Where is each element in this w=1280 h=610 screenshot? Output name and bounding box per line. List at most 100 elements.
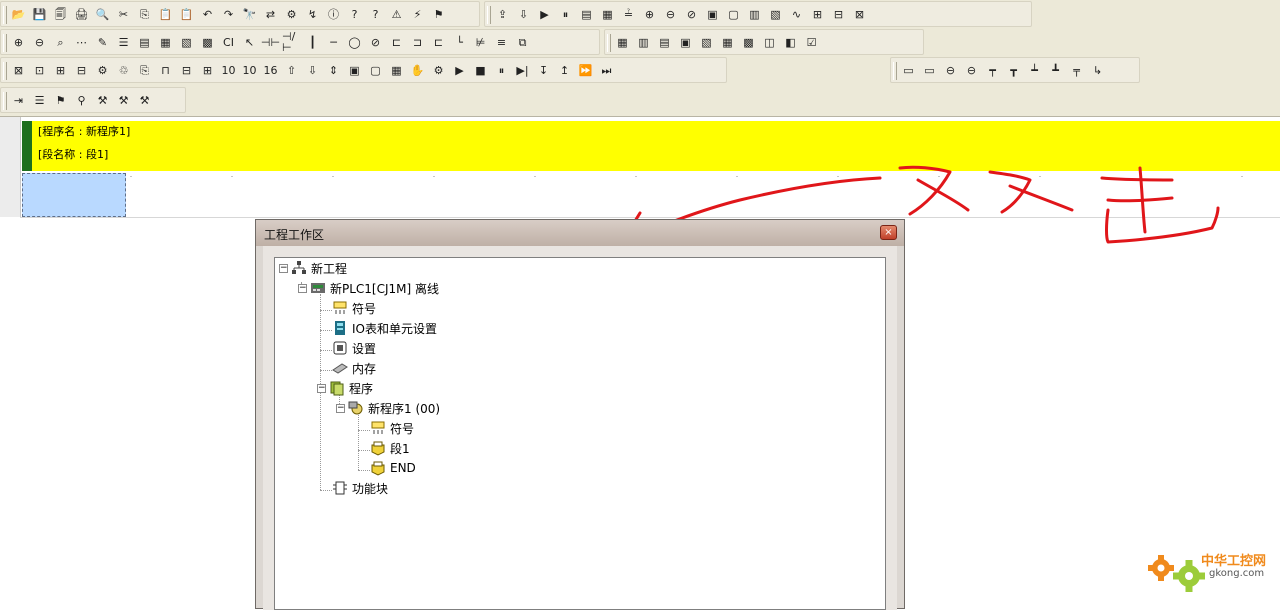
- watch-window-icon[interactable]: ⊞: [51, 60, 70, 80]
- stop-icon[interactable]: ■: [471, 60, 490, 80]
- contact-nc-icon[interactable]: ⊣/⊢: [282, 31, 301, 53]
- vertical-line-icon[interactable]: ┃: [303, 32, 322, 52]
- list-icon[interactable]: ☰: [30, 90, 49, 110]
- zoom-out-icon[interactable]: ⊖: [30, 32, 49, 52]
- select-icon[interactable]: ↖: [240, 32, 259, 52]
- line-connect-icon[interactable]: └: [450, 32, 469, 52]
- insert-rung-icon[interactable]: ┯: [983, 60, 1002, 80]
- time-chart-icon[interactable]: ⊞: [808, 4, 827, 24]
- memory-icon[interactable]: ◧: [781, 32, 800, 52]
- sim-icon[interactable]: ⚙: [429, 60, 448, 80]
- view-symbols-icon[interactable]: ♲: [114, 60, 133, 80]
- insert-row-icon[interactable]: ▭: [899, 60, 918, 80]
- return-icon[interactable]: ↳: [1088, 60, 1107, 80]
- comment-icon[interactable]: ✎: [93, 32, 112, 52]
- close-button[interactable]: ×: [880, 225, 897, 240]
- continuous-step-icon[interactable]: ⏩: [576, 60, 595, 80]
- properties-icon[interactable]: ⚙: [93, 60, 112, 80]
- collapse-icon[interactable]: −: [298, 283, 307, 293]
- jump-line-icon[interactable]: ⊏: [429, 32, 448, 52]
- section-icon[interactable]: ▧: [177, 32, 196, 52]
- print-icon[interactable]: 🖨: [72, 4, 91, 24]
- collapse-icon[interactable]: −: [279, 263, 288, 273]
- program-mode-icon[interactable]: ▤: [577, 4, 596, 24]
- io-comment-icon[interactable]: ▤: [135, 32, 154, 52]
- program-window-icon[interactable]: ▦: [156, 32, 175, 52]
- context-help-icon[interactable]: ?: [366, 4, 385, 24]
- differential-icon[interactable]: ▧: [766, 4, 785, 24]
- tree-item-io-table[interactable]: IO表和单元设置: [332, 319, 437, 337]
- zoom-in-icon[interactable]: ⊕: [9, 32, 28, 52]
- cut-icon[interactable]: ✂: [114, 4, 133, 24]
- address-window-icon[interactable]: ⊟: [72, 60, 91, 80]
- output-icon[interactable]: ▧: [697, 32, 716, 52]
- about-icon[interactable]: ⓘ: [324, 4, 343, 24]
- step-out-icon[interactable]: ↥: [555, 60, 574, 80]
- ci-icon[interactable]: CI: [219, 32, 238, 52]
- project-workspace-window[interactable]: 工程工作区 × − 新工程 − 新PLC1[CJ1M] 离线 符号 IO表和单元…: [255, 219, 905, 610]
- plc-online-icon[interactable]: ▣: [345, 60, 364, 80]
- transfer-to-plc-icon[interactable]: ⇪: [493, 4, 512, 24]
- tool-a-icon[interactable]: ⚒: [93, 90, 112, 110]
- compare-icon[interactable]: 🗐: [51, 4, 70, 24]
- replace-icon[interactable]: ⇄: [261, 4, 280, 24]
- redo-icon[interactable]: ↷: [219, 4, 238, 24]
- compile-icon[interactable]: ▦: [613, 32, 632, 52]
- view-10-icon[interactable]: 10: [219, 60, 238, 80]
- instruction-icon[interactable]: ⊏: [387, 32, 406, 52]
- tree-item-program-symbols[interactable]: 符号: [370, 419, 414, 437]
- coil-icon[interactable]: ◯: [345, 32, 364, 52]
- bookmark-icon[interactable]: ⚑: [51, 90, 70, 110]
- cross-ref-window-icon[interactable]: ▩: [739, 32, 758, 52]
- run-mode-icon[interactable]: ▶: [535, 4, 554, 24]
- trace-icon[interactable]: ∿: [787, 4, 806, 24]
- transfer-down-icon[interactable]: ⇩: [303, 60, 322, 80]
- delete-column-icon[interactable]: ⊖: [962, 60, 981, 80]
- transfer-up-icon[interactable]: ⇧: [282, 60, 301, 80]
- tree-item-function-blocks[interactable]: 功能块: [332, 479, 388, 497]
- force-cancel-icon[interactable]: ⊘: [682, 4, 701, 24]
- rung-marker-icon[interactable]: ╤: [1067, 60, 1086, 80]
- force-on-icon[interactable]: ⊕: [640, 4, 659, 24]
- delete-row-icon[interactable]: ⊖: [941, 60, 960, 80]
- paste-icon[interactable]: 📋: [156, 4, 175, 24]
- find-icon[interactable]: 🔭: [240, 4, 259, 24]
- symbol-table-icon[interactable]: ▩: [198, 32, 217, 52]
- transfer-compare-icon[interactable]: ⇕: [324, 60, 343, 80]
- mnemonic-icon[interactable]: ≡: [492, 32, 511, 52]
- horizontal-line-icon[interactable]: ─: [324, 32, 343, 52]
- view-10b-icon[interactable]: 10: [240, 60, 259, 80]
- hand-icon[interactable]: ✋: [408, 60, 427, 80]
- scan-icon[interactable]: ⏭: [597, 60, 616, 80]
- play-icon[interactable]: ▶: [450, 60, 469, 80]
- cross-reference-icon[interactable]: ⚙: [282, 4, 301, 24]
- tree-item-end[interactable]: END: [370, 459, 416, 477]
- set-icon[interactable]: ▣: [703, 4, 722, 24]
- data-trace-icon[interactable]: ⊟: [829, 4, 848, 24]
- project-tree[interactable]: − 新工程 − 新PLC1[CJ1M] 离线 符号 IO表和单元设置 设置 内存…: [274, 257, 886, 610]
- settings-icon[interactable]: ☑: [802, 32, 821, 52]
- collapse-icon[interactable]: −: [317, 383, 326, 393]
- line-delete-icon[interactable]: ⊭: [471, 32, 490, 52]
- project-workspace-icon[interactable]: ⊠: [9, 60, 28, 80]
- append-rung-icon[interactable]: ┳: [1004, 60, 1023, 80]
- tool-c-icon[interactable]: ⚒: [135, 90, 154, 110]
- grid-icon[interactable]: ⋯: [72, 32, 91, 52]
- jump-icon[interactable]: ↯: [303, 4, 322, 24]
- reset-icon[interactable]: ▢: [724, 4, 743, 24]
- window-titlebar[interactable]: 工程工作区 ×: [256, 220, 904, 246]
- view-table-icon[interactable]: ⊞: [198, 60, 217, 80]
- view-rung-icon[interactable]: ⊓: [156, 60, 175, 80]
- pause-icon-2[interactable]: ⏸: [492, 60, 511, 80]
- merge-rung-icon[interactable]: ┻: [1046, 60, 1065, 80]
- collapse-icon[interactable]: −: [336, 403, 345, 413]
- tree-item-programs[interactable]: − 程序: [317, 379, 373, 397]
- monitor-icon[interactable]: ⚑: [429, 4, 448, 24]
- tree-item-plc[interactable]: − 新PLC1[CJ1M] 离线: [298, 279, 439, 297]
- step-in-icon[interactable]: ▶|: [513, 60, 532, 80]
- tree-item-section1[interactable]: 段1: [370, 439, 410, 457]
- pt-icon[interactable]: ⊐: [408, 32, 427, 52]
- tool-b-icon[interactable]: ⚒: [114, 90, 133, 110]
- tree-item-settings[interactable]: 设置: [332, 339, 376, 357]
- rung-comment-icon[interactable]: ☰: [114, 32, 133, 52]
